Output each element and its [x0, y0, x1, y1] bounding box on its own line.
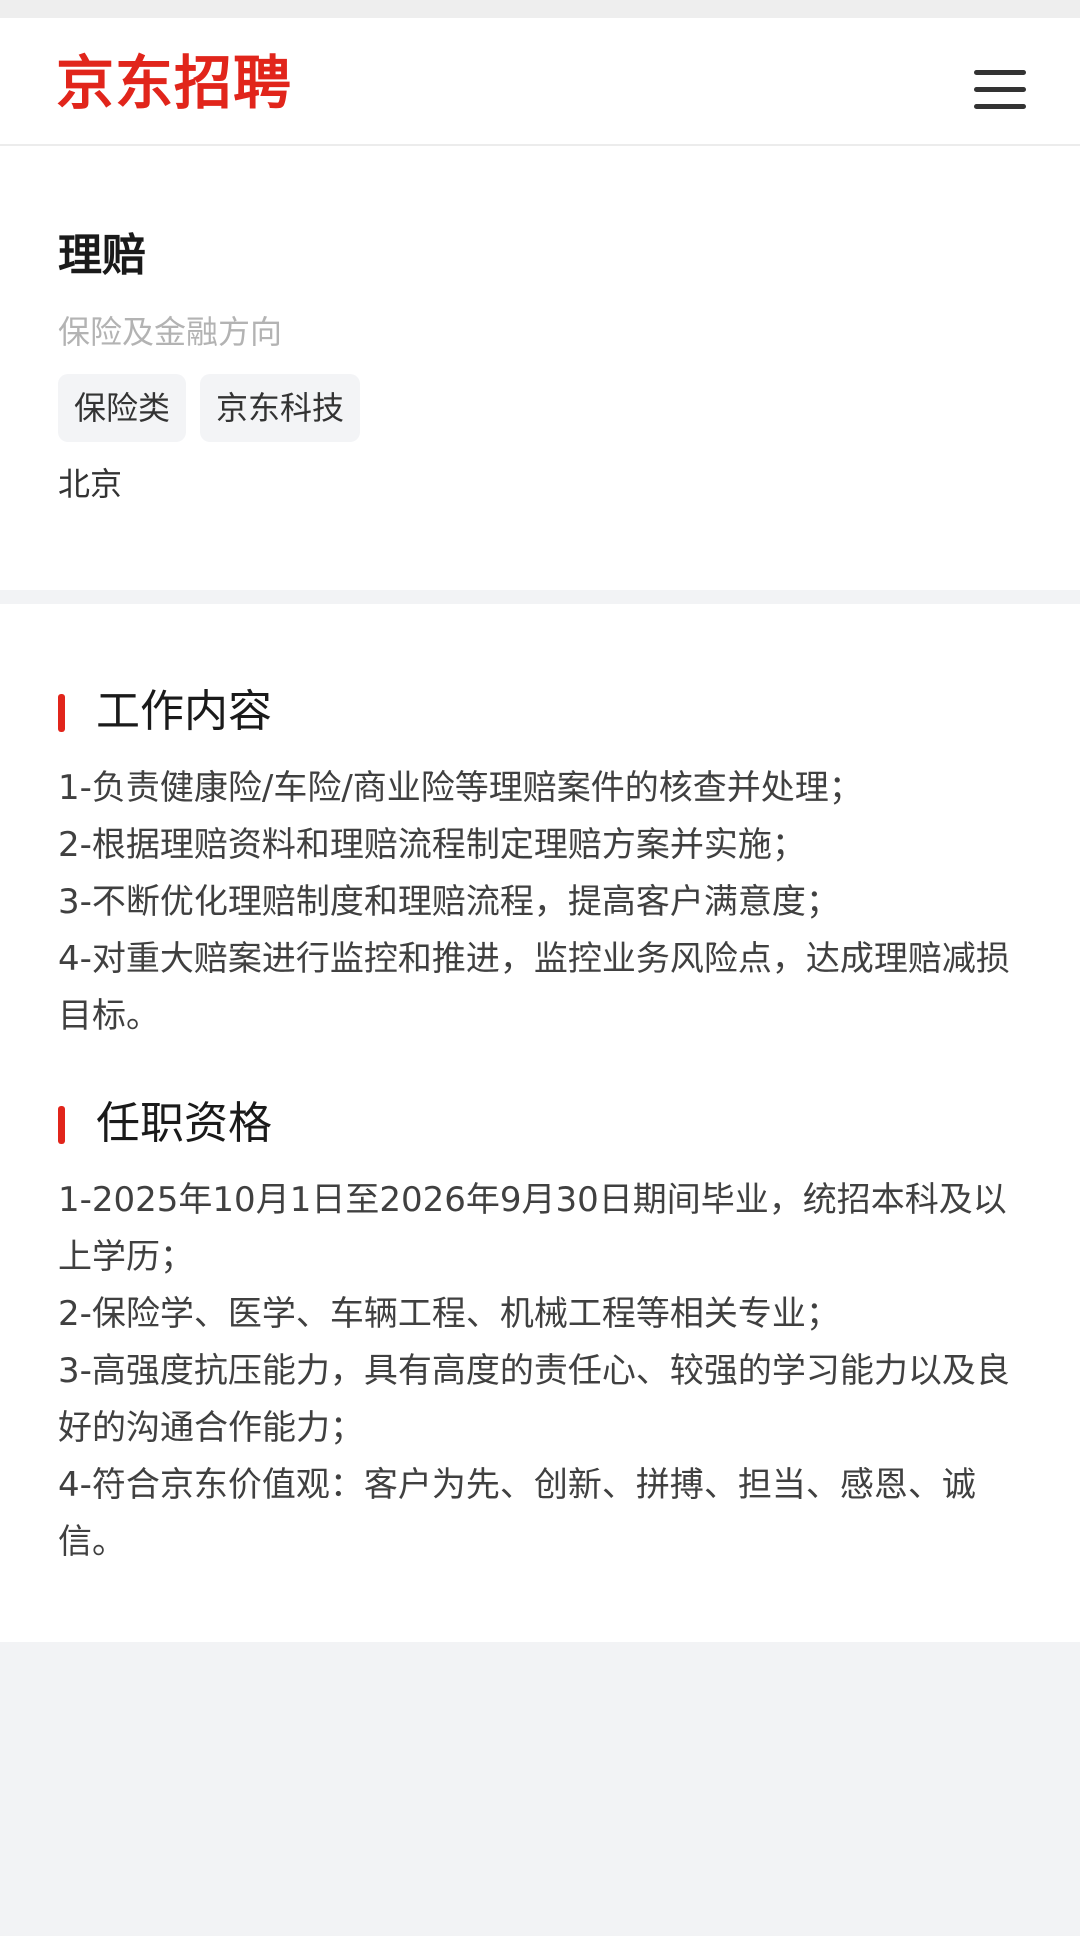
- tag-category: 保险类: [58, 374, 187, 442]
- duty-item: 2-根据理赔资料和理赔流程制定理赔方案并实施；: [58, 825, 806, 865]
- menu-line: [974, 104, 1026, 109]
- top-header: 京东招聘: [0, 18, 1080, 146]
- job-summary-card: 理赔 保险及金融方向 保险类 京东科技 北京: [0, 146, 1080, 590]
- hamburger-menu-icon[interactable]: [968, 66, 1030, 114]
- requirement-item: 3-高强度抗压能力，具有高度的责任心、较强的学习能力以及良好的沟通合作能力；: [58, 1351, 1010, 1448]
- requirements-list: 1-2025年10月1日至2026年9月30日期间毕业，统招本科及以上学历； 2…: [58, 1172, 1018, 1571]
- section-title-duties: 工作内容: [96, 686, 272, 737]
- menu-line: [974, 70, 1026, 75]
- status-bar: [0, 0, 1080, 18]
- duties-list: 1-负责健康险/车险/商业险等理赔案件的核查并处理； 2-根据理赔资料和理赔流程…: [58, 760, 1018, 1045]
- section-title-requirements: 任职资格: [96, 1098, 272, 1149]
- requirement-item: 4-符合京东价值观：客户为先、创新、拼搏、担当、感恩、诚信。: [58, 1465, 976, 1562]
- menu-line: [974, 87, 1026, 92]
- job-subtitle: 保险及金融方向: [58, 313, 283, 351]
- job-location: 北京: [58, 465, 123, 503]
- duty-item: 1-负责健康险/车险/商业险等理赔案件的核查并处理；: [58, 768, 863, 808]
- job-details-card: 工作内容 1-负责健康险/车险/商业险等理赔案件的核查并处理； 2-根据理赔资料…: [0, 604, 1080, 1642]
- job-tags: 保险类 京东科技: [58, 374, 361, 442]
- tag-department: 京东科技: [200, 374, 361, 442]
- duty-item: 3-不断优化理赔制度和理赔流程，提高客户满意度；: [58, 882, 840, 922]
- requirement-item: 1-2025年10月1日至2026年9月30日期间毕业，统招本科及以上学历；: [58, 1180, 1007, 1277]
- job-title: 理赔: [58, 230, 146, 281]
- requirement-item: 2-保险学、医学、车辆工程、机械工程等相关专业；: [58, 1294, 840, 1334]
- section-accent-bar: [58, 1106, 65, 1144]
- duty-item: 4-对重大赔案进行监控和推进，监控业务风险点，达成理赔减损目标。: [58, 939, 1010, 1036]
- jd-recruit-logo[interactable]: 京东招聘: [56, 48, 292, 118]
- section-accent-bar: [58, 694, 65, 732]
